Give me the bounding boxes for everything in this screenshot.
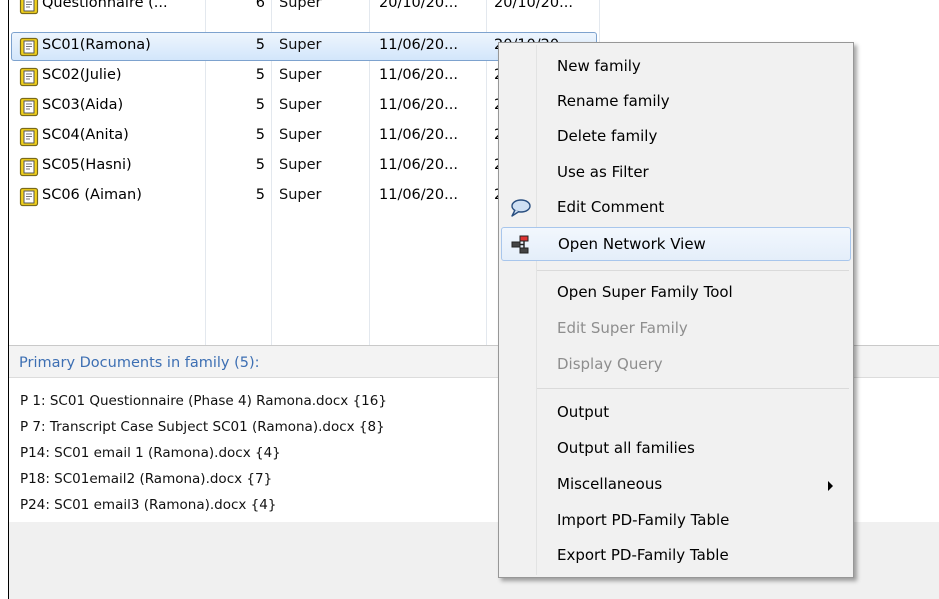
family-type: Super bbox=[279, 127, 322, 143]
menu-item-label: Export PD-Family Table bbox=[557, 546, 729, 564]
family-created-date: 11/06/20... bbox=[379, 97, 458, 113]
family-document-icon bbox=[19, 127, 39, 147]
family-type: Super bbox=[279, 37, 322, 53]
doc-item[interactable]: P 7: Transcript Case Subject SC01 (Ramon… bbox=[20, 419, 385, 435]
family-modified-date: 20/10/20... bbox=[494, 0, 573, 11]
menu-item-rename-family[interactable]: Rename family bbox=[501, 85, 851, 119]
menu-item-label: Edit Comment bbox=[557, 198, 665, 216]
menu-item-new-family[interactable]: New family bbox=[501, 50, 851, 84]
menu-item-label: Miscellaneous bbox=[557, 475, 663, 493]
family-type: Super bbox=[279, 67, 322, 83]
menu-item-label: Rename family bbox=[557, 92, 670, 110]
family-created-date: 11/06/20... bbox=[379, 67, 458, 83]
menu-item-output[interactable]: Output bbox=[501, 396, 851, 430]
menu-separator bbox=[537, 270, 849, 271]
menu-item-display-query: Display Query bbox=[501, 348, 851, 382]
menu-item-label: Open Network View bbox=[558, 235, 706, 253]
family-name: SC02(Julie) bbox=[42, 67, 122, 83]
menu-item-export-pd-family-table[interactable]: Export PD-Family Table bbox=[501, 539, 851, 573]
context-menu: New family Rename family Delete family U… bbox=[498, 42, 854, 578]
menu-item-miscellaneous[interactable]: Miscellaneous bbox=[501, 468, 851, 502]
menu-item-edit-comment[interactable]: Edit Comment bbox=[501, 191, 851, 225]
family-name: SC04(Anita) bbox=[42, 127, 129, 143]
family-document-icon bbox=[19, 37, 39, 57]
family-type: Super bbox=[279, 0, 322, 11]
menu-item-label: Use as Filter bbox=[557, 163, 649, 181]
menu-item-label: Open Super Family Tool bbox=[557, 283, 733, 301]
family-name: SC03(Aida) bbox=[42, 97, 124, 113]
family-document-icon bbox=[19, 0, 39, 15]
menu-item-open-super-family-tool[interactable]: Open Super Family Tool bbox=[501, 276, 851, 310]
menu-item-edit-super-family: Edit Super Family bbox=[501, 312, 851, 346]
family-document-icon bbox=[19, 157, 39, 177]
family-doc-count: 5 bbox=[255, 67, 265, 83]
doc-item[interactable]: P 1: SC01 Questionnaire (Phase 4) Ramona… bbox=[20, 393, 387, 409]
doc-item[interactable]: P24: SC01 email3 (Ramona).docx {4} bbox=[20, 497, 276, 513]
family-created-date: 11/06/20... bbox=[379, 187, 458, 203]
menu-item-use-as-filter[interactable]: Use as Filter bbox=[501, 156, 851, 190]
menu-item-label: Display Query bbox=[557, 355, 663, 373]
family-type: Super bbox=[279, 187, 322, 203]
menu-item-label: Edit Super Family bbox=[557, 319, 688, 337]
family-name: SC01(Ramona) bbox=[42, 37, 151, 53]
menu-item-output-all-families[interactable]: Output all families bbox=[501, 432, 851, 466]
atlas-family-manager: Questionnaire (... 6 Super 20/10/20... 20/10… bbox=[0, 0, 939, 599]
menu-item-import-pd-family-table[interactable]: Import PD-Family Table bbox=[501, 504, 851, 538]
family-document-icon bbox=[19, 67, 39, 87]
family-doc-count: 5 bbox=[255, 127, 265, 143]
menu-item-label: Delete family bbox=[557, 127, 658, 145]
family-doc-count: 6 bbox=[255, 0, 265, 11]
menu-item-delete-family[interactable]: Delete family bbox=[501, 120, 851, 154]
menu-item-label: New family bbox=[557, 57, 641, 75]
family-doc-count: 5 bbox=[255, 157, 265, 173]
family-created-date: 11/06/20... bbox=[379, 157, 458, 173]
menu-item-label: Import PD-Family Table bbox=[557, 511, 730, 529]
menu-item-label: Output bbox=[557, 403, 610, 421]
docs-section-title: Primary Documents in family (5): bbox=[19, 355, 260, 371]
family-name: Questionnaire (... bbox=[42, 0, 168, 11]
submenu-arrow-icon bbox=[828, 481, 833, 491]
family-type: Super bbox=[279, 97, 322, 113]
family-doc-count: 5 bbox=[255, 37, 265, 53]
family-created-date: 11/06/20... bbox=[379, 127, 458, 143]
family-created-date: 20/10/20... bbox=[379, 0, 458, 11]
family-doc-count: 5 bbox=[255, 187, 265, 203]
family-row[interactable]: Questionnaire (... 6 Super 20/10/20... 20/10… bbox=[9, 0, 609, 20]
network-view-icon bbox=[510, 234, 532, 256]
family-name: SC06 (Aiman) bbox=[42, 187, 142, 203]
doc-item[interactable]: P14: SC01 email 1 (Ramona).docx {4} bbox=[20, 445, 281, 461]
menu-item-open-network-view[interactable]: Open Network View bbox=[501, 227, 851, 261]
family-type: Super bbox=[279, 157, 322, 173]
family-document-icon bbox=[19, 187, 39, 207]
family-document-icon bbox=[19, 97, 39, 117]
family-doc-count: 5 bbox=[255, 97, 265, 113]
doc-item[interactable]: P18: SC01email2 (Ramona).docx {7} bbox=[20, 471, 272, 487]
menu-item-label: Output all families bbox=[557, 439, 695, 457]
speech-bubble-icon bbox=[509, 197, 531, 219]
family-created-date: 11/06/20... bbox=[379, 37, 458, 53]
family-name: SC05(Hasni) bbox=[42, 157, 132, 173]
menu-separator bbox=[537, 388, 849, 389]
